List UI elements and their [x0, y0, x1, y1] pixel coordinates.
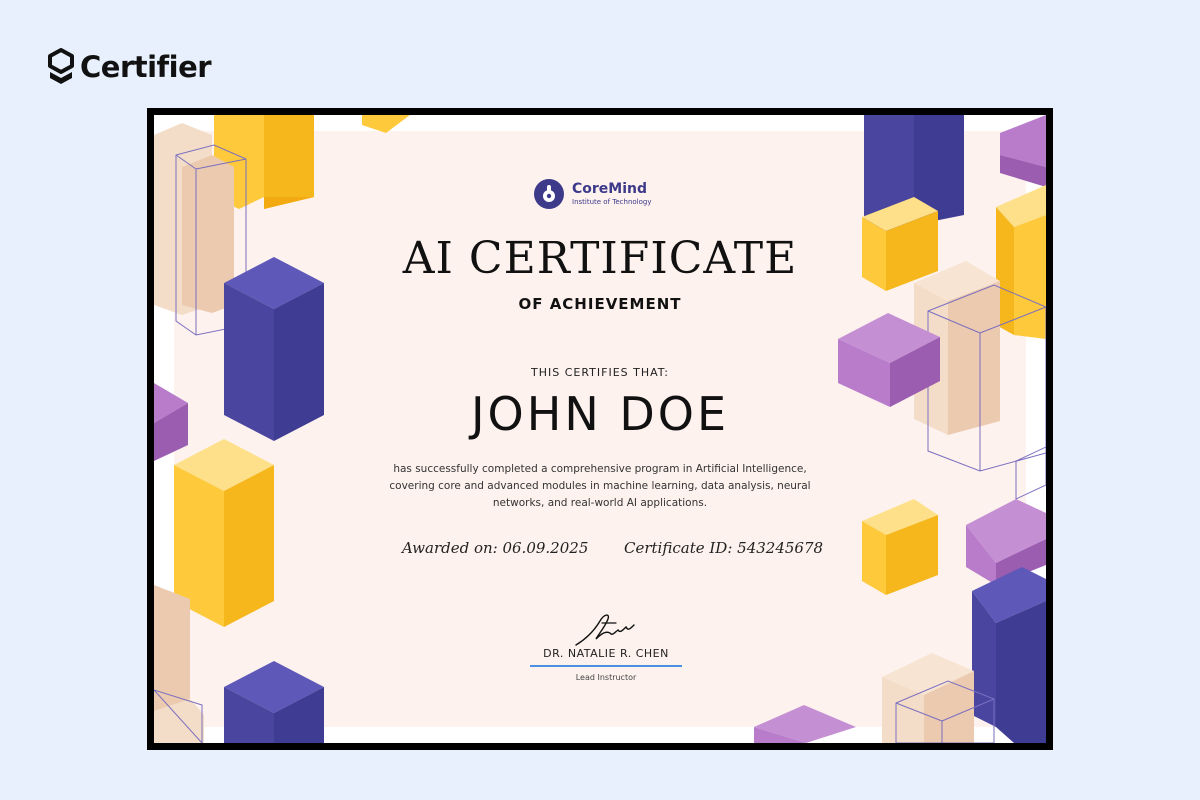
certificate-title: AI CERTIFICATE	[402, 233, 798, 284]
certificate-content: CoreMind Institute of Technology AI CERT…	[154, 115, 1046, 743]
certificate-id: Certificate ID: 543245678	[624, 539, 824, 557]
recipient-name: JOHN DOE	[470, 387, 730, 441]
certificate: CoreMind Institute of Technology AI CERT…	[154, 115, 1046, 743]
signature-icon	[575, 614, 635, 646]
certificate-subtitle: OF ACHIEVEMENT	[518, 295, 682, 313]
brand-name: Certifier	[80, 50, 212, 84]
awarded-date: Awarded on: 06.09.2025	[402, 539, 589, 557]
signer-name: DR. NATALIE R. CHEN	[543, 647, 669, 660]
certificate-frame: CoreMind Institute of Technology AI CERT…	[147, 108, 1053, 750]
institution-subtitle: Institute of Technology	[572, 198, 652, 206]
brand-logo: Certifier	[48, 48, 212, 86]
institution-name: CoreMind	[572, 181, 648, 197]
coremind-logo-icon	[534, 179, 564, 209]
signature-line	[530, 665, 682, 667]
institution-logo: CoreMind Institute of Technology	[534, 179, 651, 209]
certifier-logo-icon	[48, 48, 74, 84]
certifies-text: THIS CERTIFIES THAT:	[530, 366, 670, 379]
signer-role: Lead Instructor	[575, 673, 637, 682]
achievement-description: has successfully completed a comprehensi…	[389, 463, 811, 509]
